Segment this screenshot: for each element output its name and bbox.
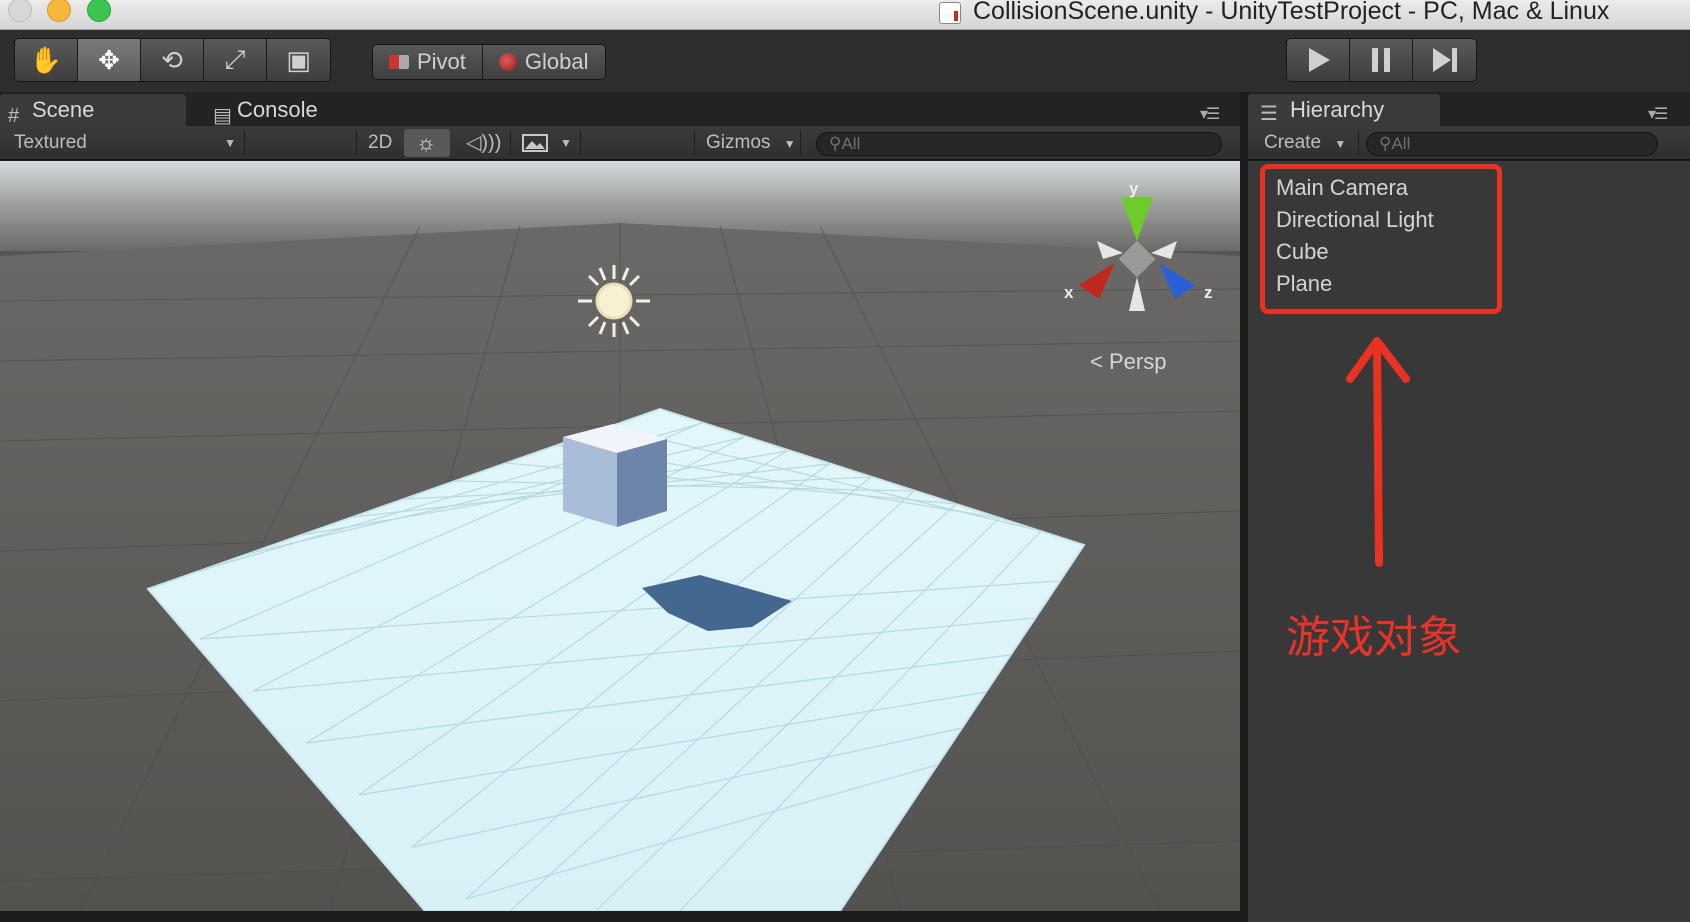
persp-label: Persp xyxy=(1108,349,1167,374)
globe-icon xyxy=(498,53,517,71)
global-label: Global xyxy=(524,49,589,74)
hierarchy-search-placeholder: All xyxy=(1391,134,1411,153)
projection-toggle[interactable]: < Persp xyxy=(1090,349,1166,375)
play-icon xyxy=(1309,48,1330,72)
dropdown-arrow-icon: ▼ xyxy=(1334,137,1347,151)
tab-hierarchy[interactable]: ☰ Hierarchy xyxy=(1248,94,1440,126)
window-close-button[interactable] xyxy=(8,0,32,22)
scene-viewport[interactable]: y x z < Persp xyxy=(0,161,1240,911)
create-label: Create xyxy=(1264,132,1322,153)
sun-icon: ☼ xyxy=(416,130,437,155)
speaker-icon: ◁))) xyxy=(466,132,502,154)
2d-toggle-button[interactable]: 2D xyxy=(368,126,392,160)
rect-icon: ▣ xyxy=(286,44,311,75)
scene-toolbar: Textured ▼ 2D ☼ ◁))) ▼ Gizmos ▼ ⚲All xyxy=(0,126,1240,160)
hierarchy-list: Main Camera Directional Light Cube Plane… xyxy=(1248,161,1690,922)
scene-search-input[interactable]: ⚲All xyxy=(816,132,1222,156)
divider xyxy=(800,130,801,156)
step-button[interactable] xyxy=(1413,39,1476,81)
main-toolbar: ✋ ✥ ⟲ ⤢ ▣ Pivot Global xyxy=(0,30,1690,92)
audio-toggle-button[interactable]: ◁))) xyxy=(466,126,501,160)
create-dropdown[interactable]: Create ▼ xyxy=(1264,126,1346,160)
window-title: CollisionScene.unity - UnityTestProject … xyxy=(973,0,1610,25)
scene-search-placeholder: All xyxy=(841,134,861,153)
dropdown-arrow-icon: ▼ xyxy=(560,136,572,150)
divider xyxy=(356,130,357,156)
effects-dropdown[interactable]: ▼ xyxy=(522,126,572,160)
tab-console[interactable]: ▤ Console xyxy=(205,94,365,127)
gizmo-x-label: x xyxy=(1064,283,1074,302)
scale-icon: ⤢ xyxy=(224,44,246,74)
panel-menu-icon[interactable]: ▾☰ xyxy=(1648,104,1668,124)
global-button[interactable]: Global xyxy=(482,45,605,79)
pivot-global-group: Pivot Global xyxy=(372,44,606,80)
rect-tool-button[interactable]: ▣ xyxy=(267,39,330,81)
gizmos-label: Gizmos xyxy=(706,132,771,153)
image-effects-icon xyxy=(522,134,548,152)
hierarchy-search-input[interactable]: ⚲All xyxy=(1366,132,1658,156)
move-tool-button[interactable]: ✥ xyxy=(78,39,141,81)
rotate-tool-button[interactable]: ⟲ xyxy=(141,39,204,81)
unity-document-icon xyxy=(939,2,961,24)
pause-icon xyxy=(1372,48,1390,72)
rotate-icon: ⟲ xyxy=(161,44,183,75)
tab-hierarchy-label: Hierarchy xyxy=(1290,97,1385,122)
chevron-left-icon: < xyxy=(1090,349,1109,374)
divider xyxy=(1358,130,1359,156)
window-minimize-button[interactable] xyxy=(47,0,71,22)
annotation-label: 游戏对象 xyxy=(1286,612,1462,663)
scene-render xyxy=(0,161,1240,911)
dropdown-arrow-icon: ▼ xyxy=(224,136,236,150)
play-button[interactable] xyxy=(1287,39,1350,81)
tab-scene[interactable]: # Scene xyxy=(0,94,186,127)
annotation-highlight-box xyxy=(1260,164,1502,314)
shading-mode-value: Textured xyxy=(14,132,87,153)
search-icon: ⚲ xyxy=(1379,134,1392,153)
panel-menu-icon[interactable]: ▾☰ xyxy=(1200,104,1220,124)
hierarchy-tabs: ☰ Hierarchy ▾☰ xyxy=(1248,92,1690,126)
hierarchy-toolbar: Create ▼ ⚲All xyxy=(1248,126,1690,160)
hand-icon: ✋ xyxy=(29,44,63,75)
divider xyxy=(510,130,511,156)
scale-tool-button[interactable]: ⤢ xyxy=(204,39,267,81)
shading-mode-dropdown[interactable]: Textured ▼ xyxy=(14,126,236,160)
scene-tabs: # Scene ▤ Console ▾☰ xyxy=(0,92,1240,127)
gizmos-dropdown[interactable]: Gizmos ▼ xyxy=(706,126,796,160)
pivot-label: Pivot xyxy=(417,49,466,74)
dropdown-arrow-icon: ▼ xyxy=(783,137,796,151)
hand-tool-button[interactable]: ✋ xyxy=(15,39,78,81)
tab-scene-label: Scene xyxy=(32,97,95,122)
tab-console-label: Console xyxy=(237,97,318,122)
divider xyxy=(244,130,245,156)
annotation-arrow-icon xyxy=(1346,337,1410,567)
pause-button[interactable] xyxy=(1350,39,1413,81)
gizmo-y-label: y xyxy=(1129,179,1139,198)
2d-toggle-label: 2D xyxy=(368,132,393,153)
window-titlebar: CollisionScene.unity - UnityTestProject … xyxy=(0,0,1690,30)
cube-object xyxy=(563,424,667,527)
divider xyxy=(580,130,581,156)
search-icon: ⚲ xyxy=(829,134,842,153)
panel-divider[interactable] xyxy=(1240,92,1248,922)
pivot-button[interactable]: Pivot xyxy=(373,45,483,79)
transform-tools: ✋ ✥ ⟲ ⤢ ▣ xyxy=(14,38,331,82)
playback-controls xyxy=(1286,38,1477,82)
divider xyxy=(694,130,695,156)
step-icon xyxy=(1432,48,1457,72)
window-zoom-button[interactable] xyxy=(87,0,111,22)
gizmo-z-label: z xyxy=(1204,283,1213,302)
pivot-icon xyxy=(389,55,409,69)
move-icon: ✥ xyxy=(98,44,120,75)
